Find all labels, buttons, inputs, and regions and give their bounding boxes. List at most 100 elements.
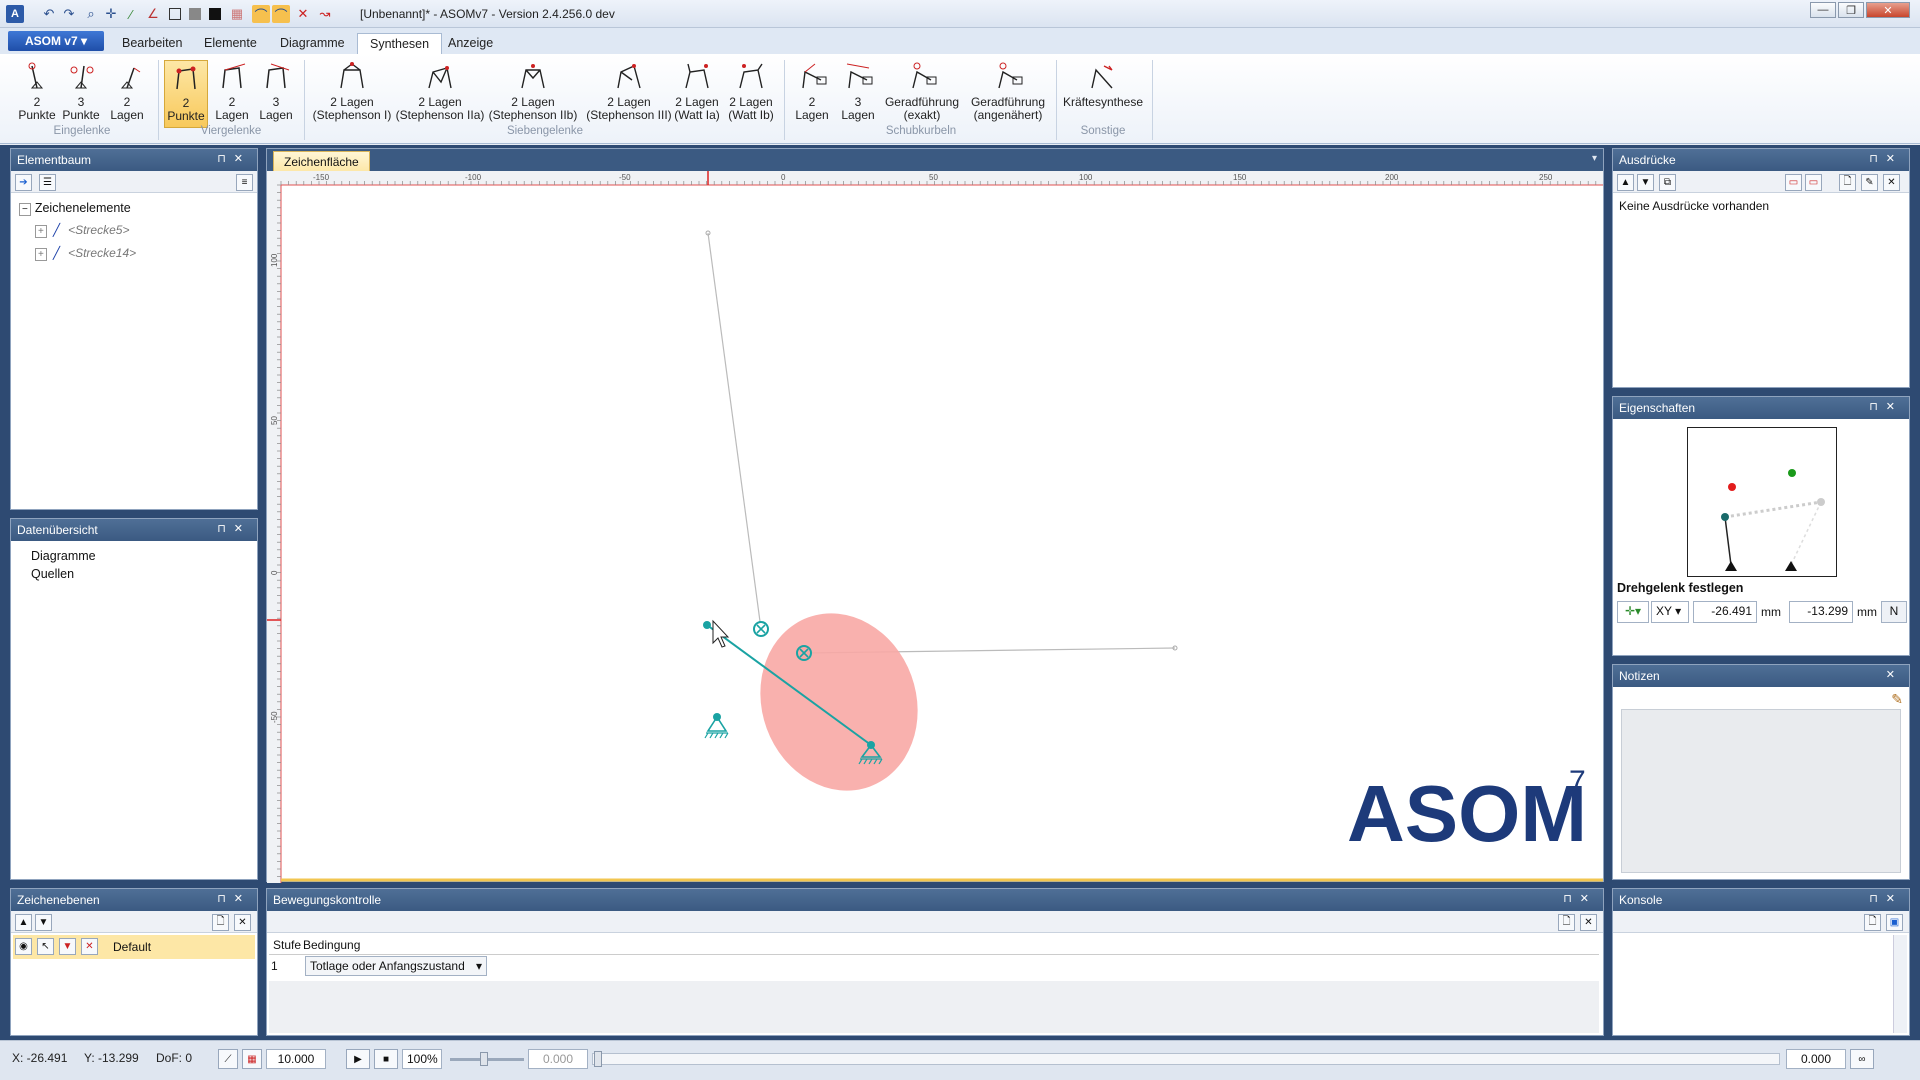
link-gray-vertical[interactable] (707, 232, 762, 630)
rect-black-icon[interactable] (206, 5, 224, 23)
pencil-icon[interactable]: ✎ (1891, 691, 1903, 708)
tab-synthesen[interactable]: Synthesen (357, 33, 443, 54)
eingelenke-2-punkte-button[interactable]: 2 Punkte (16, 60, 58, 128)
stephenson-iib-button[interactable]: 2 Lagen (Stephenson IIb) (488, 60, 578, 128)
geradfuehrung-angenaehert-button[interactable]: Geradführung (angenähert) (964, 60, 1052, 128)
curve2-icon[interactable]: ⌒ (272, 5, 290, 23)
panel-controls[interactable]: ⊓✕ (1869, 892, 1903, 905)
panel-controls[interactable]: ⊓✕ (1869, 152, 1903, 165)
watt-ia-button[interactable]: 2 Lagen (Watt Ia) (668, 60, 726, 128)
delete-icon[interactable]: ✕ (1580, 914, 1597, 931)
schubkurbel-2-lagen-button[interactable]: 2 Lagen (790, 60, 834, 128)
tree-item-strecke14[interactable]: + ╱ <Strecke14> (35, 246, 136, 261)
delete-icon[interactable]: ✕ (234, 914, 251, 931)
delete-layer-icon[interactable]: ✕ (81, 938, 98, 955)
data-item-quellen[interactable]: Quellen (31, 567, 74, 581)
list-icon[interactable]: ☰ (39, 174, 56, 191)
tree-item-strecke5[interactable]: + ╱ <Strecke5> (35, 223, 129, 238)
bedingung-select[interactable]: Totlage oder Anfangszustand ▾ (305, 956, 487, 976)
fixed-pivot-icon[interactable] (704, 713, 729, 739)
snap-mode-button[interactable]: ✛▾ (1617, 601, 1649, 623)
data-item-diagramme[interactable]: Diagramme (31, 549, 96, 563)
loop-icon[interactable]: ∞ (1850, 1049, 1874, 1069)
grid-icon[interactable]: ▦ (228, 5, 246, 23)
kraeftesynthese-button[interactable]: Kräftesynthese (1060, 60, 1146, 128)
move-up-icon[interactable]: ▲ (1617, 174, 1634, 191)
panel-controls[interactable]: ⊓✕ (1563, 892, 1597, 905)
coordinate-mode-select[interactable]: XY ▾ (1651, 601, 1689, 623)
maximize-button[interactable]: ❐ (1838, 2, 1864, 18)
new-icon[interactable]: 🗋 (1864, 914, 1881, 931)
y-coordinate-input[interactable]: -13.299 (1789, 601, 1853, 623)
eingelenke-2-lagen-button[interactable]: 2 Lagen (106, 60, 148, 128)
save-icon[interactable]: ▣ (1886, 914, 1903, 931)
edit-icon[interactable]: ✎ (1861, 174, 1878, 191)
tree-root[interactable]: − Zeichenelemente (19, 201, 131, 216)
move-down-icon[interactable]: ▼ (1637, 174, 1654, 191)
tab-bearbeiten[interactable]: Bearbeiten (110, 33, 194, 54)
menu-icon[interactable]: ≡ (236, 174, 253, 191)
grid-size-input[interactable]: 10.000 (266, 1049, 326, 1069)
snap-grid-icon[interactable]: ▦ (242, 1049, 262, 1069)
tab-zeichenflaeche[interactable]: Zeichenfläche (273, 151, 370, 173)
move-up-icon[interactable]: ▲ (15, 914, 32, 931)
tab-elemente[interactable]: Elemente (192, 33, 269, 54)
panel-controls[interactable]: ⊓✕ (217, 522, 251, 535)
undo-icon[interactable]: ↶ (40, 5, 58, 23)
arrow-right-icon[interactable]: ➔ (15, 174, 32, 191)
copy-icon[interactable]: ⧉ (1659, 174, 1676, 191)
viergelenke-2-lagen-button[interactable]: 2 Lagen (210, 60, 254, 128)
stop-icon[interactable]: ■ (374, 1049, 398, 1069)
schubkurbel-3-lagen-button[interactable]: 3 Lagen (836, 60, 880, 128)
tab-diagramme[interactable]: Diagramme (268, 33, 357, 54)
time-input[interactable]: 0.000 (528, 1049, 588, 1069)
tab-anzeige[interactable]: Anzeige (436, 33, 505, 54)
close-button[interactable]: ✕ (1866, 2, 1910, 18)
panel-controls[interactable]: ⊓✕ (217, 152, 251, 165)
stephenson-i-button[interactable]: 2 Lagen (Stephenson I) (310, 60, 394, 128)
viergelenke-3-lagen-button[interactable]: 3 Lagen (254, 60, 298, 128)
new-layer-icon[interactable]: 🗋 (212, 914, 229, 931)
geradfuehrung-exakt-button[interactable]: Geradführung (exakt) (882, 60, 962, 128)
minimize-button[interactable]: — (1810, 2, 1836, 18)
play-icon[interactable]: ▶ (346, 1049, 370, 1069)
color-icon[interactable]: ▼ (59, 938, 76, 955)
delete-icon[interactable]: ✕ (1883, 174, 1900, 191)
x-coordinate-input[interactable]: -26.491 (1693, 601, 1757, 623)
zoom-percent[interactable]: 100% (402, 1049, 442, 1069)
stephenson-iii-button[interactable]: 2 Lagen (Stephenson III) (582, 60, 676, 128)
timeline-slider[interactable] (592, 1053, 1780, 1065)
line-icon[interactable]: ⁄ (122, 5, 140, 23)
zoom-icon[interactable]: ⌕ (82, 5, 100, 23)
delete-icon[interactable]: ✕ (294, 5, 312, 23)
speed-slider-thumb[interactable] (480, 1052, 488, 1066)
rect-gray-icon[interactable] (186, 5, 204, 23)
new-icon[interactable]: 🗋 (1839, 174, 1856, 191)
eye-icon[interactable]: ◉ (15, 938, 32, 955)
console-scrollbar[interactable] (1893, 935, 1907, 1033)
collapse-icon[interactable]: − (19, 203, 31, 216)
angle-icon[interactable]: ∠ (144, 5, 162, 23)
pan-icon[interactable]: ✛ (102, 5, 120, 23)
drawing-canvas[interactable]: -150 -100 -50 0 50 100 150 200 250 100 5… (267, 171, 1603, 883)
redo-icon[interactable]: ↷ (60, 5, 78, 23)
expand-icon[interactable]: + (35, 225, 47, 238)
rect-outline-icon[interactable] (166, 5, 184, 23)
precision-point-icon[interactable] (753, 621, 769, 637)
expand-icon[interactable]: + (35, 248, 47, 261)
stephenson-iia-button[interactable]: 2 Lagen (Stephenson IIa) (396, 60, 484, 128)
new-icon[interactable]: 🗋 (1558, 914, 1575, 931)
table-row[interactable]: 1 Totlage oder Anfangszustand ▾ (269, 955, 1599, 977)
timeline-thumb[interactable] (594, 1051, 602, 1067)
grid-toggle-icon[interactable]: ⟋ (218, 1049, 238, 1069)
panel-controls[interactable]: ⊓✕ (217, 892, 251, 905)
path-icon[interactable]: ↝ (316, 5, 334, 23)
value-input[interactable]: 0.000 (1786, 1049, 1846, 1069)
move-down-icon[interactable]: ▼ (35, 914, 52, 931)
watt-ib-button[interactable]: 2 Lagen (Watt Ib) (722, 60, 780, 128)
panel-controls[interactable]: ✕ (1886, 668, 1903, 681)
app-menu-button[interactable]: ASOM v7 ▾ (8, 31, 104, 51)
curve-icon[interactable]: ⌒ (252, 5, 270, 23)
dropdown-icon[interactable]: ▾ (1592, 153, 1597, 164)
expression2-icon[interactable]: ▭ (1805, 174, 1822, 191)
